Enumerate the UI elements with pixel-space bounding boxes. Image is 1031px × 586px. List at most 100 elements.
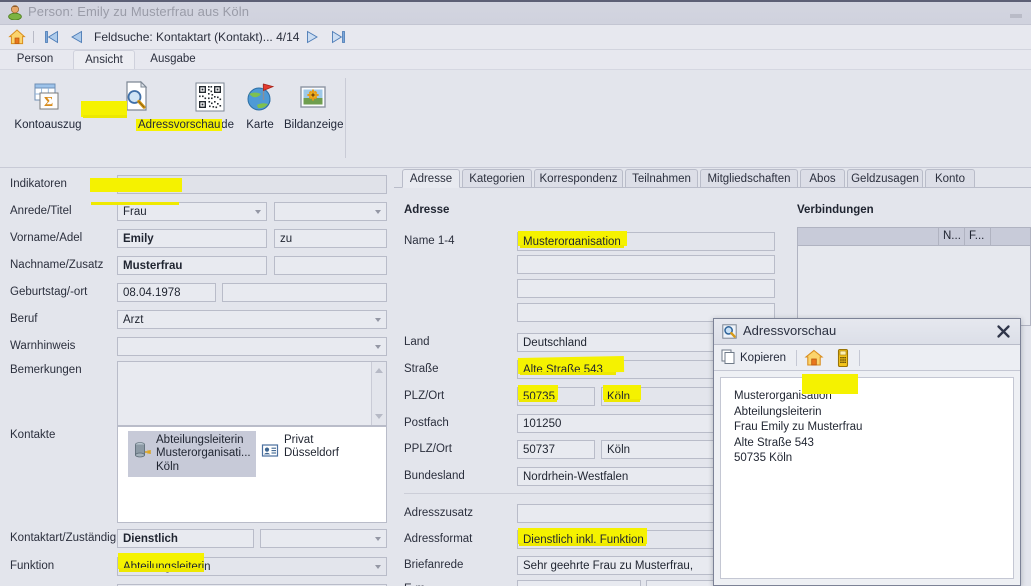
ribbon-label-qrcode: QR Code xyxy=(186,119,234,131)
tab-ausgabe-label: Ausgabe xyxy=(150,53,196,65)
field-zustaendig[interactable] xyxy=(260,529,387,548)
tab-korrespondenz-label: Korrespondenz xyxy=(539,173,618,185)
ribbon-button-bildanzeige[interactable]: Bildanzeige xyxy=(282,80,344,131)
list-item[interactable]: Privat Düsseldorf xyxy=(256,431,376,477)
list-item-text: Privat Düsseldorf xyxy=(284,434,339,461)
field-pplz[interactable]: 50737 xyxy=(517,440,595,459)
tab-teilnahmen[interactable]: Teilnahmen xyxy=(625,169,698,188)
field-bemerkungen[interactable] xyxy=(117,361,387,426)
label-funktion: Funktion xyxy=(10,560,55,572)
home-address-icon[interactable] xyxy=(803,348,827,368)
tab-korrespondenz[interactable]: Korrespondenz xyxy=(534,169,623,188)
kontakt-line-3: Köln xyxy=(156,460,180,473)
window-title: Person: Emily zu Musterfrau aus Köln xyxy=(28,4,250,19)
close-icon[interactable] xyxy=(995,323,1012,340)
scroll-up-icon[interactable] xyxy=(375,368,383,373)
tab-konto-label: Konto xyxy=(934,173,966,185)
address-line-5: 50735 Köln xyxy=(734,452,793,464)
tab-ausgabe[interactable]: Ausgabe xyxy=(143,50,203,69)
kontakte-list[interactable]: Abteilungsleiterin Musterorganisati... K… xyxy=(117,426,387,523)
tab-ansicht[interactable]: Ansicht xyxy=(73,50,135,69)
tab-teilnahmen-label: Teilnahmen xyxy=(632,173,691,185)
tab-person-label: Person xyxy=(16,53,54,65)
label-bundesland: Bundesland xyxy=(404,470,465,482)
home-icon[interactable] xyxy=(8,28,26,46)
ribbon-button-qrcode[interactable]: QR Code xyxy=(182,80,238,131)
ort-highlight-underline xyxy=(604,399,640,402)
minimize-icon[interactable] xyxy=(1010,14,1022,18)
scroll-down-icon[interactable] xyxy=(375,414,383,419)
first-record-icon[interactable] xyxy=(43,29,61,45)
tab-person[interactable]: Person xyxy=(8,50,62,69)
last-record-icon[interactable] xyxy=(329,29,347,45)
ribbon-label-kontoauszug: Kontoauszug xyxy=(14,119,82,131)
ribbon-tab-strip: Person Ansicht Ausgabe xyxy=(0,50,1031,118)
grid-col-0[interactable] xyxy=(798,228,938,245)
ribbon-button-adressvorschau[interactable]: Adressvorschau xyxy=(90,80,223,131)
label-postfach: Postfach xyxy=(404,417,449,429)
field-adel[interactable]: zu xyxy=(274,229,387,248)
bemerkungen-scrollbar[interactable] xyxy=(371,362,386,425)
field-geburtsort[interactable] xyxy=(222,283,387,302)
ribbon-button-karte[interactable]: Karte xyxy=(238,80,282,131)
tab-kategorien-label: Kategorien xyxy=(469,173,525,185)
label-adresszusatz: Adresszusatz xyxy=(404,507,474,519)
label-kontaktart-zustaendig: Kontaktart/Zuständig xyxy=(10,532,117,544)
grid-col-f[interactable]: F... xyxy=(964,228,990,245)
field-nachname-zusatz[interactable] xyxy=(274,256,387,275)
grid-col-3[interactable] xyxy=(990,228,1031,245)
tab-mitgliedschaften[interactable]: Mitgliedschaften xyxy=(700,169,798,188)
tab-konto[interactable]: Konto xyxy=(925,169,975,188)
connections-grid-body[interactable] xyxy=(797,246,1031,326)
next-record-icon[interactable] xyxy=(303,29,321,45)
field-geburtstag[interactable]: 08.04.1978 xyxy=(117,283,216,302)
field-titel[interactable] xyxy=(274,202,387,221)
toolbar-separator-2 xyxy=(859,350,860,366)
field-email-partial-1[interactable] xyxy=(517,580,641,586)
connections-section-title: Verbindungen xyxy=(797,204,874,216)
field-nachname[interactable]: Musterfrau xyxy=(117,256,267,275)
field-kontaktart[interactable]: Dienstlich xyxy=(117,529,254,548)
previous-record-icon[interactable] xyxy=(68,29,86,45)
field-name-1[interactable]: Musterorganisation xyxy=(517,232,775,251)
label-adressformat: Adressformat xyxy=(404,533,473,545)
record-search-status: Feldsuche: Kontaktart (Kontakt)... 4/14 xyxy=(94,30,300,44)
kontakt-line-2: Düsseldorf xyxy=(284,447,339,460)
dialog-address-preview: Musterorganisation Abteilungsleiterin Fr… xyxy=(720,377,1014,579)
field-warnhinweis[interactable] xyxy=(117,337,387,356)
address-line-1: Musterorganisation xyxy=(734,390,832,402)
field-name-3[interactable] xyxy=(517,279,775,298)
field-plz[interactable]: 50735 xyxy=(517,387,595,406)
tab-geldzusagen[interactable]: Geldzusagen xyxy=(847,169,923,188)
adressvorschau-highlight xyxy=(90,178,182,192)
tab-adresse[interactable]: Adresse xyxy=(402,169,460,188)
tab-adresse-label: Adresse xyxy=(409,173,453,185)
field-vorname[interactable]: Emily xyxy=(117,229,267,248)
label-vorname-adel: Vorname/Adel xyxy=(10,232,83,244)
copy-button[interactable]: Kopieren xyxy=(721,348,786,367)
grid-col-n[interactable]: N... xyxy=(938,228,964,245)
adressvorschau-dialog: Adressvorschau Kopieren Musterorganisati… xyxy=(713,318,1021,586)
tab-abos[interactable]: Abos xyxy=(800,169,845,188)
contact-card-icon xyxy=(261,440,279,460)
field-beruf[interactable]: Arzt xyxy=(117,310,387,329)
tab-kategorien[interactable]: Kategorien xyxy=(462,169,532,188)
field-funktion[interactable]: Abteilungsleiterin xyxy=(117,557,387,576)
tab-geldzusagen-label: Geldzusagen xyxy=(851,173,919,185)
ribbon-button-kontoauszug[interactable]: Σ Kontoauszug xyxy=(6,80,90,131)
person-icon xyxy=(7,4,23,21)
person-form-pane: Indikatoren Anrede/Titel Frau Vorname/Ad… xyxy=(0,169,393,586)
title-accent-line xyxy=(0,0,1031,2)
list-item[interactable]: Abteilungsleiterin Musterorganisati... K… xyxy=(128,431,256,477)
ansicht-tab-highlight-underline xyxy=(83,115,127,118)
mobile-phone-icon[interactable] xyxy=(832,348,856,368)
connections-grid-header: N... F... xyxy=(797,227,1031,246)
field-name-2[interactable] xyxy=(517,255,775,274)
ribbon-toolbar: Σ Kontoauszug Adressvorschau QR Code Kar… xyxy=(0,69,1031,235)
address-section-title: Adresse xyxy=(404,204,450,216)
label-plz-ort: PLZ/Ort xyxy=(404,390,445,402)
magnifier-document-icon xyxy=(722,324,737,339)
tab-abos-label: Abos xyxy=(809,173,836,185)
svg-text:Σ: Σ xyxy=(44,95,53,110)
record-navigation-bar: Feldsuche: Kontaktart (Kontakt)... 4/14 xyxy=(0,25,1031,50)
